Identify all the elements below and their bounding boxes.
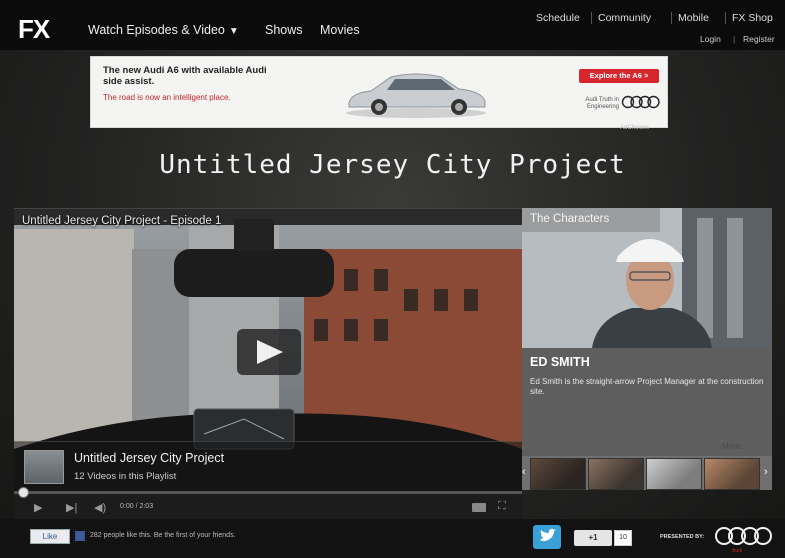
character-thumbnails: ‹ › — [522, 458, 772, 490]
playlist-thumbnail[interactable] — [24, 450, 64, 484]
login-link[interactable]: Login — [700, 34, 721, 44]
ad-subline: The road is now an intelligent place. — [103, 93, 231, 102]
character-info: ED SMITH Ed Smith is the straight-arrow … — [522, 348, 772, 456]
episode-title: Untitled Jersey City Project - Episode 1 — [22, 215, 222, 227]
util-schedule-link[interactable]: Schedule — [530, 12, 586, 24]
character-thumbnail[interactable] — [530, 458, 586, 490]
footer-bar: Like 282 people like this. Be the first … — [0, 519, 785, 558]
player-controls: ▶ ▶| ◀) 0:00 / 2:03 ⛶ — [14, 487, 522, 519]
util-community-link[interactable]: Community — [591, 12, 657, 24]
util-fx-shop-link[interactable]: FX Shop — [725, 12, 779, 24]
characters-panel: The Characters ED SMITH Ed Smith is the … — [522, 208, 772, 490]
progress-handle[interactable] — [18, 487, 29, 498]
page-title: Untitled Jersey City Project — [159, 150, 626, 180]
facebook-icon — [75, 531, 85, 541]
ad-explore-button[interactable]: Explore the A6 > — [579, 69, 659, 83]
playlist-bar[interactable]: Untitled Jersey City Project 12 Videos i… — [14, 441, 522, 491]
nav-watch-label: Watch Episodes & Video — [88, 23, 225, 37]
characters-header: The Characters — [522, 208, 660, 232]
more-link[interactable]: More... — [722, 442, 747, 451]
time-display: 0:00 / 2:03 — [120, 503, 154, 510]
twitter-bird-icon — [540, 528, 556, 542]
car-image — [346, 73, 486, 118]
facebook-like-count: 282 people like this. Be the first of yo… — [90, 532, 236, 539]
nav-shows[interactable]: Shows — [265, 23, 303, 37]
chevron-down-icon: ▼ — [228, 26, 239, 37]
google-plus-one-button[interactable]: +1 — [574, 530, 612, 546]
playlist-count: 12 Videos in this Playlist — [74, 471, 177, 482]
ad-tagline: Audi Truth in Engineering — [585, 97, 619, 110]
volume-icon[interactable]: ◀) — [94, 501, 106, 514]
progress-bar[interactable] — [14, 487, 522, 498]
playlist-title[interactable]: Untitled Jersey City Project — [74, 451, 224, 465]
nav-movies[interactable]: Movies — [320, 23, 360, 37]
chevron-left-icon[interactable]: ‹ — [522, 466, 526, 478]
util-mobile-link[interactable]: Mobile — [671, 12, 715, 24]
nav-watch-episodes[interactable]: Watch Episodes & Video ▼ — [88, 23, 239, 37]
character-thumbnail[interactable] — [704, 458, 760, 490]
sponsor-name: Audi — [732, 548, 743, 554]
captions-icon[interactable] — [472, 503, 486, 512]
video-player[interactable]: Untitled Jersey City Project - Episode 1… — [14, 208, 522, 519]
facebook-like-button[interactable]: Like — [30, 529, 70, 544]
play-icon[interactable]: ▶ — [34, 501, 42, 514]
ad-headline: The new Audi A6 with available Audi side… — [103, 65, 267, 87]
google-plus-count: 10 — [614, 530, 632, 546]
next-icon[interactable]: ▶| — [66, 501, 77, 514]
account-divider: | — [733, 34, 736, 44]
chevron-right-icon[interactable]: › — [764, 466, 768, 478]
ad-banner[interactable]: The new Audi A6 with available Audi side… — [90, 56, 668, 128]
audi-rings-logo[interactable] — [714, 526, 774, 546]
character-description: Ed Smith is the straight-arrow Project M… — [530, 377, 764, 396]
fullscreen-icon[interactable]: ⛶ — [498, 500, 506, 513]
twitter-button[interactable] — [533, 525, 561, 549]
register-link[interactable]: Register — [743, 34, 775, 44]
character-thumbnail[interactable] — [588, 458, 644, 490]
play-icon — [257, 340, 283, 364]
play-button[interactable] — [237, 329, 301, 375]
character-thumbnail[interactable] — [646, 458, 702, 490]
fx-logo[interactable]: FX — [18, 14, 50, 45]
top-navigation: FX Watch Episodes & Video ▼ Shows Movies … — [0, 0, 785, 50]
presented-by-label: PRESENTED BY: — [660, 534, 705, 540]
audi-rings-logo — [621, 95, 660, 109]
adchoices-link[interactable]: AdChoices — [620, 125, 649, 131]
characters-title: The Characters — [530, 213, 610, 225]
character-name: ED SMITH — [530, 355, 590, 369]
